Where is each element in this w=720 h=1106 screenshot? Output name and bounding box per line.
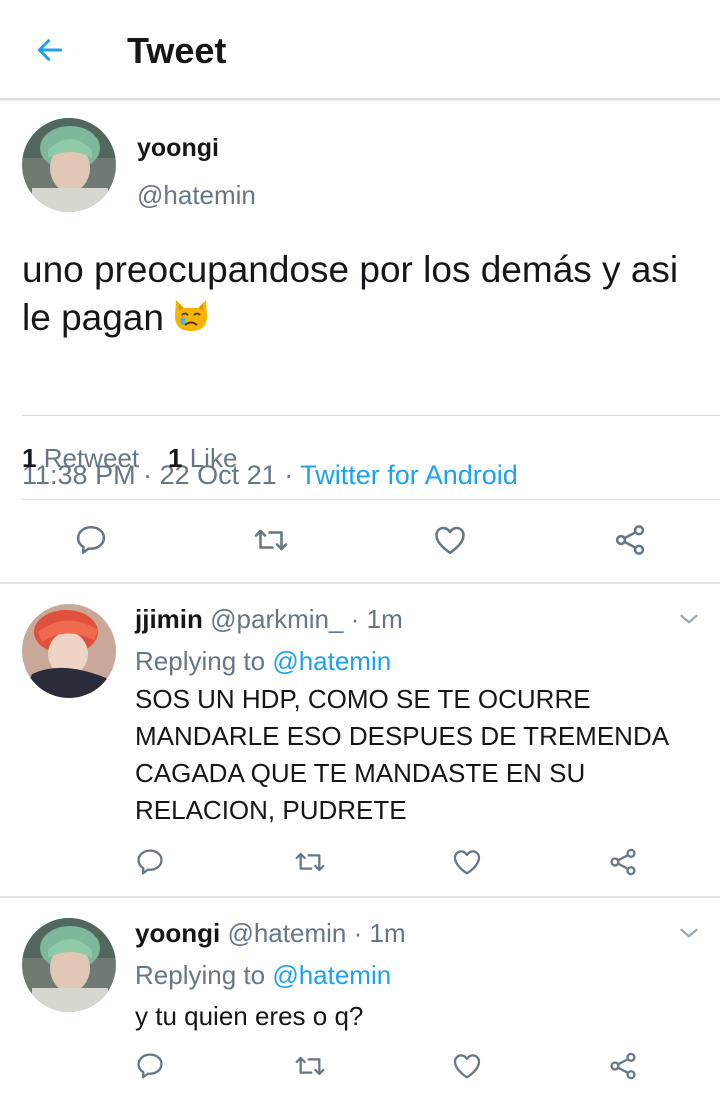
retweet-icon [294, 846, 326, 878]
author-handle[interactable]: @parkmin_ [210, 604, 343, 634]
chevron-down-icon[interactable] [676, 920, 702, 946]
replying-to: Replying to @hatemin [135, 960, 391, 991]
retweet-button[interactable] [290, 1046, 330, 1086]
crying-cat-emoji-icon [174, 300, 207, 331]
reply-tweet[interactable]: jjimin @parkmin_ · 1m Replying to @hatem… [0, 584, 720, 896]
avatar[interactable] [22, 118, 116, 212]
chevron-down-icon[interactable] [676, 606, 702, 632]
page-title: Tweet [127, 30, 227, 71]
share-icon [607, 1050, 639, 1082]
heart-icon [451, 1050, 483, 1082]
share-icon [607, 846, 639, 878]
replying-prefix: Replying to [135, 646, 266, 676]
share-icon [612, 522, 648, 558]
meta-separator: · [284, 460, 294, 490]
share-button[interactable] [610, 520, 650, 560]
heart-icon [432, 522, 468, 558]
avatar[interactable] [22, 918, 116, 1012]
reply-header: jjimin @parkmin_ · 1m [135, 604, 403, 635]
like-button[interactable] [447, 842, 487, 882]
reply-age: 1m [366, 604, 403, 634]
tweet-text-body: uno preocupandose por los demás y asi le… [22, 249, 679, 338]
reply-button[interactable] [130, 842, 170, 882]
avatar[interactable] [22, 604, 116, 698]
back-arrow-icon [37, 39, 63, 61]
tweet-source-link[interactable]: Twitter for Android [300, 460, 518, 490]
reply-button[interactable] [71, 520, 111, 560]
main-tweet: yoongi @hatemin uno preocupandose por lo… [0, 100, 720, 582]
meta-separator: · [350, 604, 360, 634]
divider [22, 415, 720, 416]
reply-icon [73, 522, 109, 558]
like-button[interactable] [447, 1046, 487, 1086]
mention-link[interactable]: @hatemin [272, 646, 391, 676]
retweet-icon [253, 522, 289, 558]
retweet-count: 1 [22, 443, 37, 473]
divider [22, 499, 720, 500]
reply-text: SOS UN HDP, COMO SE TE OCURRE MANDARLE E… [135, 684, 668, 825]
heart-icon [451, 846, 483, 878]
author-handle[interactable]: @hatemin [137, 180, 256, 211]
share-button[interactable] [603, 842, 643, 882]
retweet-label: Retweet [43, 443, 140, 473]
tweet-stats: 1 Retweet 1 Like [22, 443, 237, 474]
tweet-text: uno preocupandose por los demás y asi le… [22, 246, 702, 342]
reply-icon [134, 846, 166, 878]
retweet-button[interactable] [251, 520, 291, 560]
like-count: 1 [168, 443, 183, 473]
reply-actions [0, 842, 720, 882]
like-button[interactable] [430, 520, 470, 560]
meta-separator: · [353, 918, 363, 948]
app-header: Tweet [0, 0, 720, 100]
retweet-button[interactable] [290, 842, 330, 882]
retweets-stat[interactable]: 1 Retweet [22, 443, 139, 473]
reply-header: yoongi @hatemin · 1m [135, 918, 406, 949]
replying-to: Replying to @hatemin [135, 646, 391, 677]
share-button[interactable] [603, 1046, 643, 1086]
reply-icon [134, 1050, 166, 1082]
like-label: Like [189, 443, 238, 473]
author-name[interactable]: jjimin [135, 604, 203, 634]
reply-text: y tu quien eres o q? [135, 1001, 364, 1031]
mention-link[interactable]: @hatemin [272, 960, 391, 990]
reply-button[interactable] [130, 1046, 170, 1086]
author-name[interactable]: yoongi [137, 134, 219, 163]
back-button[interactable] [30, 30, 70, 70]
reply-tweet[interactable]: yoongi @hatemin · 1m Replying to @hatemi… [0, 898, 720, 1106]
author-name[interactable]: yoongi [135, 918, 220, 948]
tweet-actions [0, 520, 720, 560]
reply-age: 1m [369, 918, 406, 948]
reply-actions [0, 1046, 720, 1086]
likes-stat[interactable]: 1 Like [168, 443, 237, 473]
author-handle[interactable]: @hatemin [227, 918, 346, 948]
retweet-icon [294, 1050, 326, 1082]
replying-prefix: Replying to [135, 960, 266, 990]
